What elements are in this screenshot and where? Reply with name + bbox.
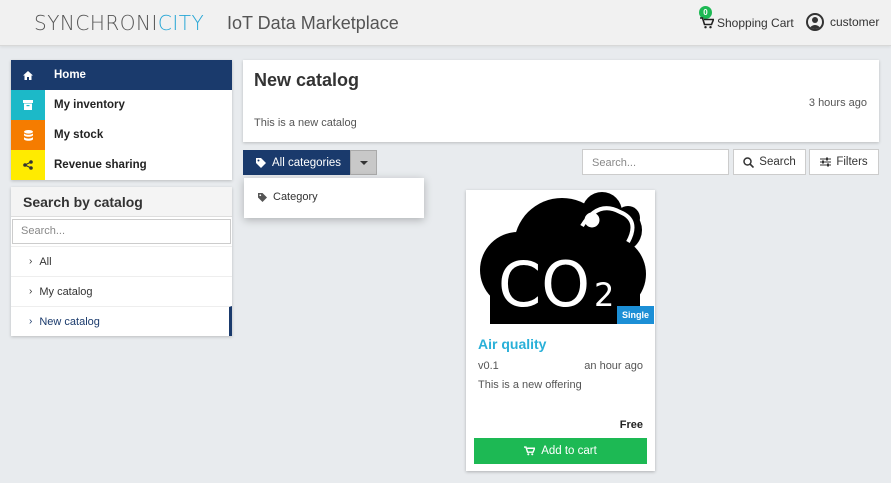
offering-search-input[interactable]: Search... — [582, 149, 729, 175]
top-header: SYNCHRONICITY IoT Data Marketplace 0 Sho… — [0, 0, 891, 46]
offering-price: Free — [619, 419, 643, 431]
catalog-item-label: New catalog — [39, 315, 100, 328]
catalog-description: This is a new catalog — [254, 117, 357, 129]
nav-item-home[interactable]: Home — [11, 60, 232, 90]
logo-part2: CITY — [157, 11, 205, 35]
categories-dropdown-menu: Category — [244, 178, 424, 218]
home-icon — [11, 60, 45, 90]
chevron-right-icon: › — [29, 286, 33, 297]
user-menu[interactable]: customer — [806, 13, 879, 31]
catalog-item-new-catalog[interactable]: › New catalog — [11, 306, 232, 336]
caret-down-icon — [359, 160, 368, 165]
chevron-right-icon: › — [29, 256, 33, 267]
catalog-item-my-catalog[interactable]: › My catalog — [11, 276, 232, 306]
co2-cloud-image: CO 2 — [480, 192, 646, 324]
offering-version: v0.1 — [478, 360, 499, 372]
offering-type-badge: Single — [616, 306, 654, 324]
catalog-filter-title: Search by catalog — [11, 187, 232, 217]
cart-icon — [524, 446, 536, 456]
app-title: IoT Data Marketplace — [227, 13, 399, 33]
database-icon — [11, 120, 45, 150]
user-name: customer — [830, 15, 880, 29]
archive-icon — [11, 90, 45, 120]
catalog-filter-panel: Search by catalog Search... › All › My c… — [11, 187, 232, 336]
offering-image: CO 2 — [470, 190, 651, 324]
share-icon — [11, 150, 45, 180]
add-to-cart-button[interactable]: Add to cart — [474, 438, 647, 464]
filters-button-label: Filters — [836, 156, 868, 168]
logo-part1: SYNCHRONI — [34, 11, 158, 35]
sliders-icon — [820, 157, 832, 167]
cart-label: Shopping Cart — [717, 16, 794, 30]
app-logo[interactable]: SYNCHRONICITY — [34, 11, 204, 35]
search-button-label: Search — [759, 156, 796, 168]
user-avatar-icon — [806, 13, 824, 31]
chevron-right-icon: › — [29, 316, 33, 327]
dropdown-item-label: Category — [273, 191, 318, 203]
all-categories-button[interactable]: All categories — [243, 150, 350, 175]
offering-timestamp: an hour ago — [584, 360, 643, 372]
tag-icon — [258, 192, 267, 202]
catalog-item-label: All — [39, 255, 52, 268]
image-subscript: 2 — [594, 276, 614, 314]
filters-button[interactable]: Filters — [809, 149, 879, 175]
shopping-cart-link[interactable]: Shopping Cart — [700, 16, 794, 30]
page-title: New catalog — [254, 70, 360, 90]
offering-title[interactable]: Air quality — [478, 336, 546, 352]
search-icon — [743, 156, 755, 168]
catalog-item-label: My catalog — [39, 285, 93, 298]
catalog-search-input[interactable]: Search... — [12, 219, 231, 244]
all-categories-label: All categories — [272, 156, 342, 169]
nav-item-my-inventory[interactable]: My inventory — [11, 90, 232, 120]
nav-item-revenue-sharing[interactable]: Revenue sharing — [11, 150, 232, 180]
search-button[interactable]: Search — [733, 149, 806, 175]
offering-card[interactable]: CO 2 Single Air quality v0.1 an hour ago… — [466, 190, 655, 471]
nav-label-my-inventory: My inventory — [54, 99, 125, 111]
tag-icon — [256, 157, 266, 168]
nav-label-my-stock: My stock — [54, 129, 104, 141]
image-text: CO — [498, 248, 590, 321]
offering-description: This is a new offering — [478, 379, 582, 391]
nav-item-my-stock[interactable]: My stock — [11, 120, 232, 150]
catalog-item-all[interactable]: › All — [11, 246, 232, 276]
dropdown-item-category[interactable]: Category — [258, 191, 424, 203]
nav-label-revenue-sharing: Revenue sharing — [54, 159, 147, 171]
add-to-cart-label: Add to cart — [541, 445, 597, 457]
nav-label-home: Home — [54, 69, 86, 81]
categories-dropdown-toggle[interactable] — [350, 150, 377, 175]
cart-icon — [700, 17, 714, 29]
sidebar-nav: Home My inventory My stock Revenue shari… — [11, 60, 232, 180]
catalog-timestamp: 3 hours ago — [808, 97, 867, 109]
catalog-header-panel: New catalog 3 hours ago This is a new ca… — [243, 60, 879, 142]
